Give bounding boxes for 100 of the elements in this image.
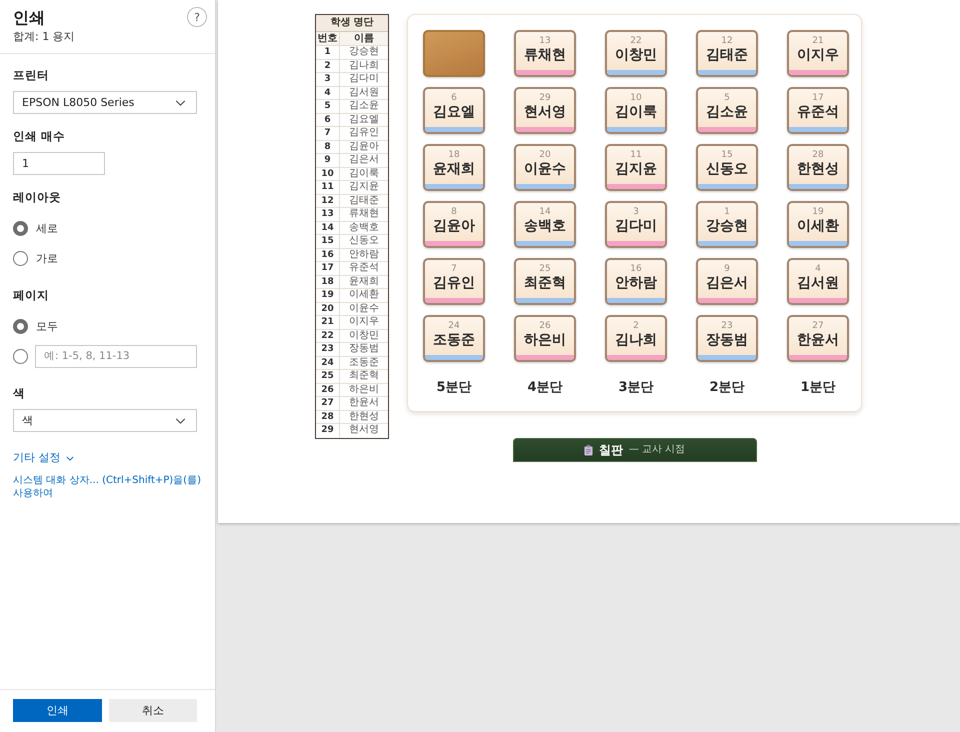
table-cell-text: 최준혁 — [348, 370, 380, 382]
seat-number: 3 — [633, 207, 639, 217]
seat-number: 4 — [815, 264, 821, 274]
table-cell: 14 — [316, 222, 340, 234]
seat-number: 24 — [448, 321, 460, 331]
table-cell-text: 김이룩 — [348, 168, 380, 180]
seat-number: 22 — [630, 36, 642, 46]
seat-number: 11 — [630, 150, 642, 160]
cancel-button[interactable]: 취소 — [109, 699, 197, 722]
table-cell: 13 — [316, 208, 340, 220]
table-cell-text: 김태준 — [348, 194, 380, 207]
radio-label: 가로 — [36, 250, 58, 266]
copies-field[interactable]: 1 — [13, 152, 105, 175]
seat-number: 29 — [539, 93, 551, 103]
seat-number: 1 — [724, 207, 730, 217]
table-cell: 25 — [316, 370, 340, 382]
student-name: 조동준 — [433, 331, 475, 349]
table-cell: 29 — [316, 424, 340, 438]
table-cell: 12 — [316, 194, 340, 207]
seat-number: 7 — [451, 264, 457, 274]
seat-number: 6 — [451, 93, 457, 103]
student-name: 장동범 — [706, 331, 748, 349]
table-cell-text: 강승현 — [348, 46, 380, 58]
student-name: 송백호 — [524, 217, 566, 235]
table-cell: 15 — [316, 235, 340, 248]
student-name: 안하람 — [615, 274, 657, 292]
chevron-down-icon — [175, 100, 186, 106]
table-cell: 4 — [316, 86, 340, 99]
student-name: 한현성 — [797, 160, 839, 178]
table-cell-text: 송백호 — [348, 222, 380, 234]
table-cell: 28 — [316, 410, 340, 423]
student-name: 이창민 — [615, 46, 657, 64]
table-cell-text: 이창민 — [348, 330, 380, 342]
seat-number: 27 — [812, 321, 824, 331]
dropdown-select[interactable]: EPSON L8050 Series — [13, 91, 197, 114]
table-cell-text: 김나희 — [348, 60, 380, 72]
table-cell-text: 류채현 — [348, 208, 380, 220]
student-name: 김윤아 — [433, 217, 475, 235]
student-name: 한윤서 — [797, 331, 839, 349]
table-cell: 7 — [316, 127, 340, 140]
dropdown-select[interactable]: 색 — [13, 409, 197, 432]
student-name: 김이룩 — [615, 103, 657, 121]
radio-button[interactable] — [13, 250, 28, 266]
table-cell-text: 이지우 — [348, 316, 380, 328]
student-name: 유준석 — [797, 103, 839, 121]
student-name: 윤재희 — [433, 160, 475, 178]
table-cell: 27 — [316, 397, 340, 410]
student-name: 김소윤 — [706, 103, 748, 121]
seat-number: 15 — [721, 150, 733, 160]
seat-number: 10 — [630, 93, 642, 103]
table-cell-text: 신동오 — [348, 235, 380, 248]
panel-title: 인쇄 — [13, 8, 46, 28]
table-cell: 2 — [316, 60, 340, 72]
radio-button[interactable] — [13, 318, 28, 334]
column-header: 번호 — [316, 32, 340, 45]
seat-number: 21 — [812, 36, 824, 46]
student-name: 이세환 — [797, 217, 839, 235]
more-settings-link[interactable]: 기타 설정 — [13, 450, 74, 466]
setting-label: 인쇄 매수 — [13, 128, 66, 144]
seat-number: 5 — [724, 93, 730, 103]
table-cell-text: 김윤아 — [348, 140, 380, 153]
student-name: 김유인 — [433, 274, 475, 292]
table-cell-text: 한현성 — [348, 410, 380, 423]
seat-number: 19 — [812, 207, 824, 217]
column-header: 이름 — [353, 32, 375, 45]
table-cell-text: 김다미 — [348, 73, 380, 86]
table-cell-text: 윤재희 — [348, 276, 380, 288]
seat-number: 28 — [812, 150, 824, 160]
page-range-field[interactable]: 예: 1-5, 8, 11-13 — [35, 344, 197, 368]
table-cell-text: 김은서 — [348, 154, 380, 166]
group-label: 5분단 — [435, 380, 473, 396]
print-button[interactable]: 인쇄 — [13, 699, 102, 722]
sheet-count-summary: 합계: 1 용지 — [13, 30, 75, 44]
seat-number: 16 — [630, 264, 642, 274]
group-label: 2분단 — [708, 380, 746, 396]
table-cell: 23 — [316, 343, 340, 356]
setting-label: 레이아웃 — [13, 189, 62, 205]
seat-number: 8 — [451, 207, 457, 217]
table-cell: 19 — [316, 289, 340, 302]
student-name: 현서영 — [524, 103, 566, 121]
seat-number: 18 — [448, 150, 460, 160]
student-name: 김요엘 — [433, 103, 475, 121]
system-dialog-link[interactable]: 시스템 대화 상자... (Ctrl+Shift+P)을(를) 사용하여 — [13, 474, 205, 500]
help-button[interactable]: ? — [187, 7, 207, 27]
blackboard-subtitle: — 교사 시점 — [628, 444, 686, 456]
table-cell-text: 유준석 — [348, 262, 380, 274]
table-cell-text: 장동범 — [348, 343, 380, 356]
group-label: 1분단 — [799, 380, 837, 396]
radio-button[interactable] — [13, 220, 28, 236]
table-cell-text: 안하람 — [348, 248, 380, 261]
table-cell: 9 — [316, 154, 340, 166]
blank-seat — [423, 30, 485, 77]
radio-button[interactable] — [13, 348, 28, 364]
student-name: 이윤수 — [524, 160, 566, 178]
table-cell-text: 김지윤 — [348, 181, 380, 194]
student-name: 하은비 — [524, 331, 566, 349]
seat-number: 17 — [812, 93, 824, 103]
student-name: 김나희 — [615, 331, 657, 349]
table-cell: 26 — [316, 384, 340, 396]
table-cell: 1 — [316, 46, 340, 58]
